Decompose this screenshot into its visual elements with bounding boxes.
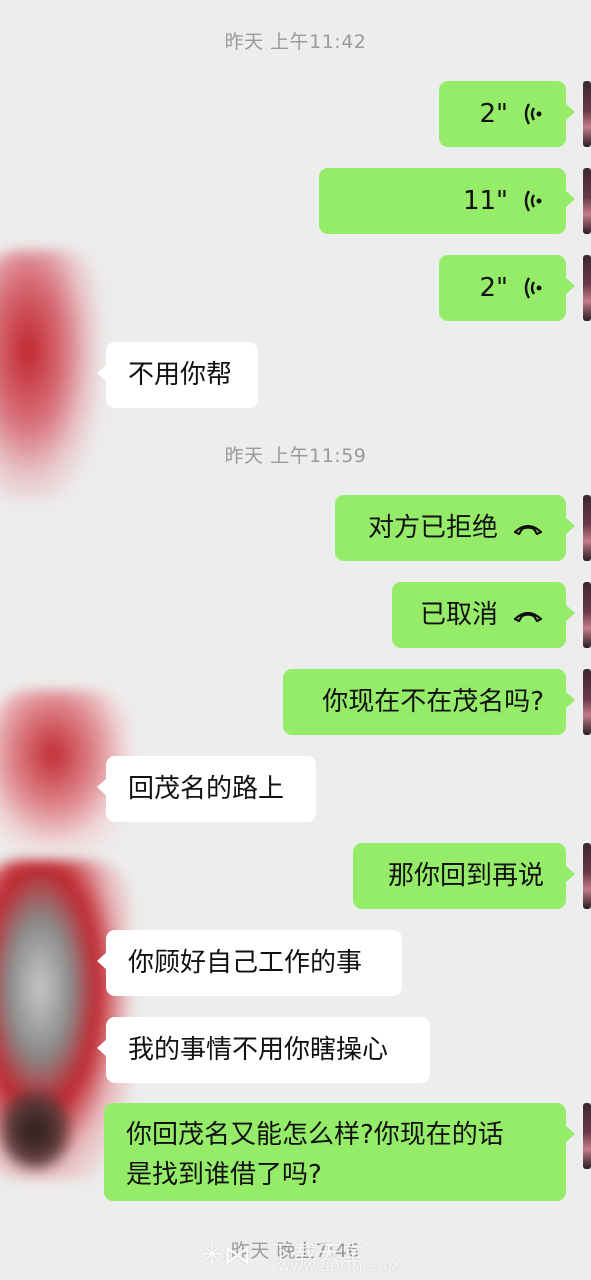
voice-message[interactable]: 2": [439, 81, 575, 147]
message-text: 你顾好自己工作的事: [128, 948, 363, 978]
voice-wave-icon: [522, 102, 544, 126]
avatar-self[interactable]: [583, 843, 591, 909]
message-text-line: 你回茂名又能怎么样?你现在的话: [126, 1120, 504, 1150]
voice-message[interactable]: 2": [439, 255, 575, 321]
message-incoming[interactable]: 你顾好自己工作的事: [97, 930, 402, 996]
message-text: 我的事情不用你瞎操心: [128, 1035, 389, 1065]
avatar-self[interactable]: [583, 582, 591, 648]
timestamp: 昨天 上午11:42: [224, 31, 367, 53]
avatar-self[interactable]: [583, 669, 591, 735]
call-status: 已取消: [419, 600, 498, 630]
message-text: 不用你帮: [128, 360, 233, 390]
watermark: ✳⋈ 下载天堂 WWW.GDMM.COM: [200, 1236, 460, 1276]
watermark-url: WWW.GDMM.COM: [278, 1260, 400, 1274]
avatar-self[interactable]: [583, 495, 591, 561]
timestamp: 昨天 上午11:59: [224, 445, 367, 467]
phone-hangup-icon: [512, 607, 544, 623]
watermark-logo-icon: ✳⋈: [200, 1238, 252, 1271]
call-record[interactable]: 对方已拒绝: [335, 495, 575, 561]
message-text-line: 是找到谁借了吗?: [126, 1160, 322, 1190]
voice-duration: 2": [479, 99, 508, 129]
avatar-left-blurred-4: [0, 1090, 70, 1170]
voice-duration: 2": [479, 273, 508, 303]
message-incoming[interactable]: 回茂名的路上: [97, 756, 316, 822]
message-outgoing[interactable]: 你回茂名又能怎么样?你现在的话 是找到谁借了吗?: [104, 1103, 575, 1201]
avatar-self[interactable]: [583, 1103, 591, 1169]
message-text: 那你回到再说: [387, 861, 544, 891]
voice-message[interactable]: 11": [319, 168, 575, 234]
call-record[interactable]: 已取消: [392, 582, 575, 648]
message-incoming[interactable]: 不用你帮: [97, 342, 258, 408]
chat-area[interactable]: 昨天 上午11:42 2" 11" 2" 不用你帮 昨天 上午11:59 对方已…: [0, 0, 591, 1280]
avatar-self[interactable]: [583, 81, 591, 147]
message-text: 你现在不在茂名吗?: [322, 687, 544, 717]
message-incoming[interactable]: 我的事情不用你瞎操心: [97, 1017, 430, 1083]
message-text: 回茂名的路上: [128, 774, 285, 804]
phone-hangup-icon: [512, 520, 544, 536]
call-status: 对方已拒绝: [367, 513, 498, 543]
avatar-self[interactable]: [583, 168, 591, 234]
message-outgoing[interactable]: 你现在不在茂名吗?: [283, 669, 575, 735]
avatar-self[interactable]: [583, 255, 591, 321]
voice-wave-icon: [522, 189, 544, 213]
message-outgoing[interactable]: 那你回到再说: [353, 843, 575, 909]
voice-duration: 11": [462, 186, 508, 216]
voice-wave-icon: [522, 276, 544, 300]
